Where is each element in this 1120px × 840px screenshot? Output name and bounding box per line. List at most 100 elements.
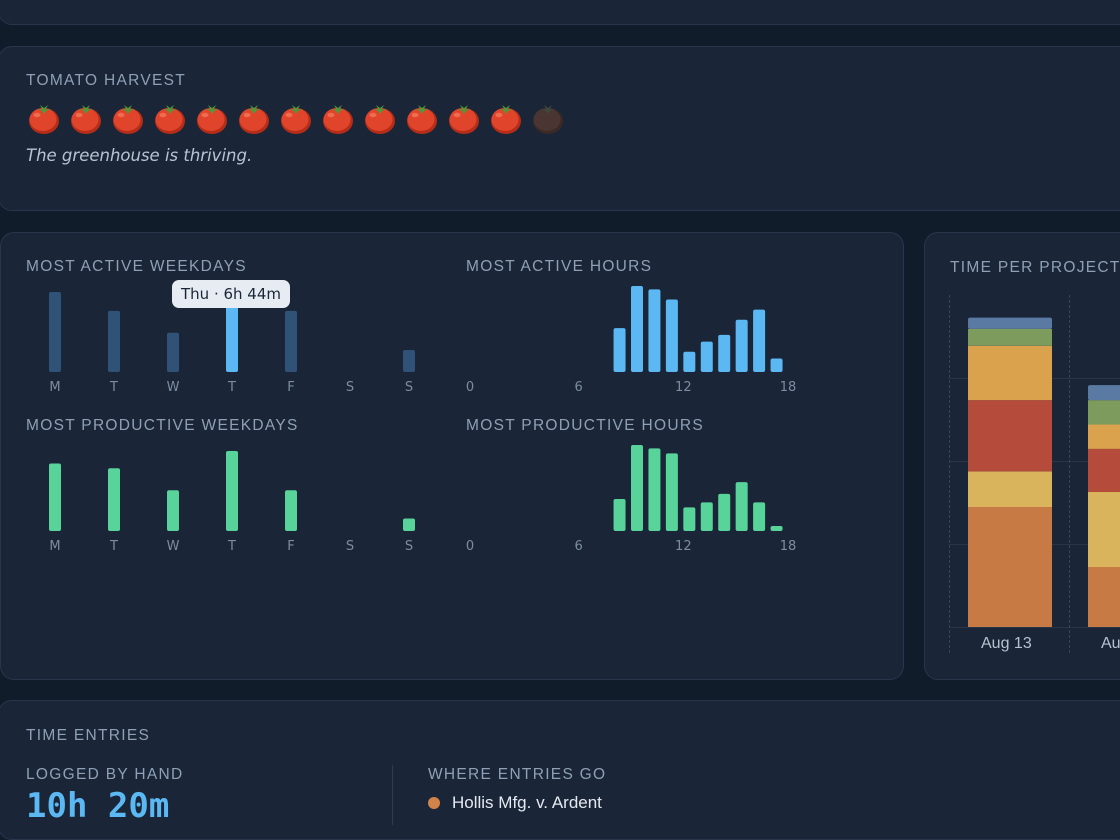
productive-hours-title: MOST PRODUCTIVE HOURS [466,417,705,434]
bar[interactable] [403,350,415,372]
x-tick-label: 18 [780,380,797,395]
x-tick-label: 0 [466,380,474,395]
bar[interactable] [285,310,297,372]
tomato-icon [26,100,62,136]
tomato-icon [320,100,356,136]
stack-segment[interactable] [968,328,1052,346]
x-tick-label: T [109,380,118,395]
tomato-icon [194,100,230,136]
x-tick-label: S [346,539,354,554]
bar[interactable] [631,286,643,372]
productive-weekdays-chart: MTWTFSS [26,441,446,560]
x-tick-label: F [287,380,294,395]
tomato-icon [404,100,440,136]
x-tick-label: 6 [575,380,583,395]
x-tick-label: W [167,539,180,554]
active-weekdays-title: MOST ACTIVE WEEKDAYS [26,258,247,275]
bar[interactable] [683,351,696,372]
x-tick-label: T [227,539,236,554]
bar[interactable] [753,309,766,372]
bar[interactable] [49,463,61,531]
bar[interactable] [735,319,748,372]
productive-weekdays-title: MOST PRODUCTIVE WEEKDAYS [26,417,299,434]
tomato-icon [68,100,104,136]
bar[interactable] [700,502,713,531]
logged-by-hand-value: 10h 20m [26,786,170,826]
destination-name: Hollis Mfg. v. Ardent [452,793,602,812]
stack-segment[interactable] [968,507,1052,627]
harvest-tagline: The greenhouse is thriving. [26,146,253,165]
x-tick-label: T [227,380,236,395]
bar[interactable] [683,507,696,531]
tomato-icon [446,100,482,136]
stack-segment[interactable] [1088,448,1120,493]
top-panel [0,0,1120,25]
active-hours-title: MOST ACTIVE HOURS [466,258,653,275]
x-tick-label: W [167,380,180,395]
bar[interactable] [770,525,783,531]
bar[interactable] [285,490,297,531]
productive-hours-chart: 0 6 12 18 [466,441,806,560]
stack-segment[interactable] [968,317,1052,329]
x-tick-label: 6 [575,539,583,554]
bar[interactable] [665,299,678,372]
where-entries-go-label: WHERE ENTRIES GO [428,766,607,783]
bar[interactable] [770,358,783,372]
stack-segment[interactable] [1088,567,1120,627]
stack-segment[interactable] [1088,492,1120,568]
bar[interactable] [648,289,661,372]
tomato-icon [488,100,524,136]
x-tick-label: S [405,539,413,554]
tomato-icon-unripe [530,100,566,136]
bar[interactable] [753,502,766,531]
x-tick-label: 12 [675,380,692,395]
x-tick-label: F [287,539,294,554]
x-tick-label: 12 [675,539,692,554]
x-tick-label: T [109,539,118,554]
destination-item[interactable]: Hollis Mfg. v. Ardent [428,793,602,813]
bar[interactable] [648,448,661,531]
time-per-project-panel: TIME PER PROJECT Aug 13 Au [924,232,1120,680]
tomato-icon [362,100,398,136]
divider [392,765,393,825]
bar[interactable] [167,490,179,531]
x-tick-label: M [49,380,60,395]
bar[interactable] [700,341,713,372]
x-tick-label: S [405,380,413,395]
bar[interactable] [403,518,415,531]
time-entries-title: TIME ENTRIES [26,727,151,744]
stack-segment[interactable] [1088,424,1120,449]
bar[interactable] [108,468,120,531]
bar[interactable] [631,445,643,531]
stack-segment[interactable] [1088,385,1120,401]
bar[interactable] [613,498,626,531]
x-tick-label: 18 [780,539,797,554]
bar[interactable] [226,451,238,531]
logged-by-hand-label: LOGGED BY HAND [26,766,184,783]
weekday-tooltip: Thu · 6h 44m [172,280,290,308]
bar[interactable] [108,310,120,372]
stack-segment[interactable] [1088,400,1120,425]
stack-segment[interactable] [968,345,1052,401]
x-tick-label: Au [1101,635,1120,652]
x-tick-label: 0 [466,539,474,554]
active-hours-chart: 0 6 12 18 [466,282,806,401]
stack-segment[interactable] [968,471,1052,508]
tomato-icon [110,100,146,136]
bar[interactable] [718,493,731,531]
tomato-row [26,100,566,136]
bar[interactable] [49,292,61,372]
x-tick-label: M [49,539,60,554]
x-tick-label: Aug 13 [981,635,1032,652]
bar[interactable] [226,306,238,372]
bar[interactable] [613,328,626,372]
tomato-harvest-title: TOMATO HARVEST [26,72,187,89]
x-tick-label: S [346,380,354,395]
bar[interactable] [735,482,748,531]
bar[interactable] [718,334,731,372]
bar[interactable] [665,453,678,531]
tomato-icon [278,100,314,136]
bar[interactable] [167,332,179,372]
tomato-icon [152,100,188,136]
stack-segment[interactable] [968,400,1052,472]
